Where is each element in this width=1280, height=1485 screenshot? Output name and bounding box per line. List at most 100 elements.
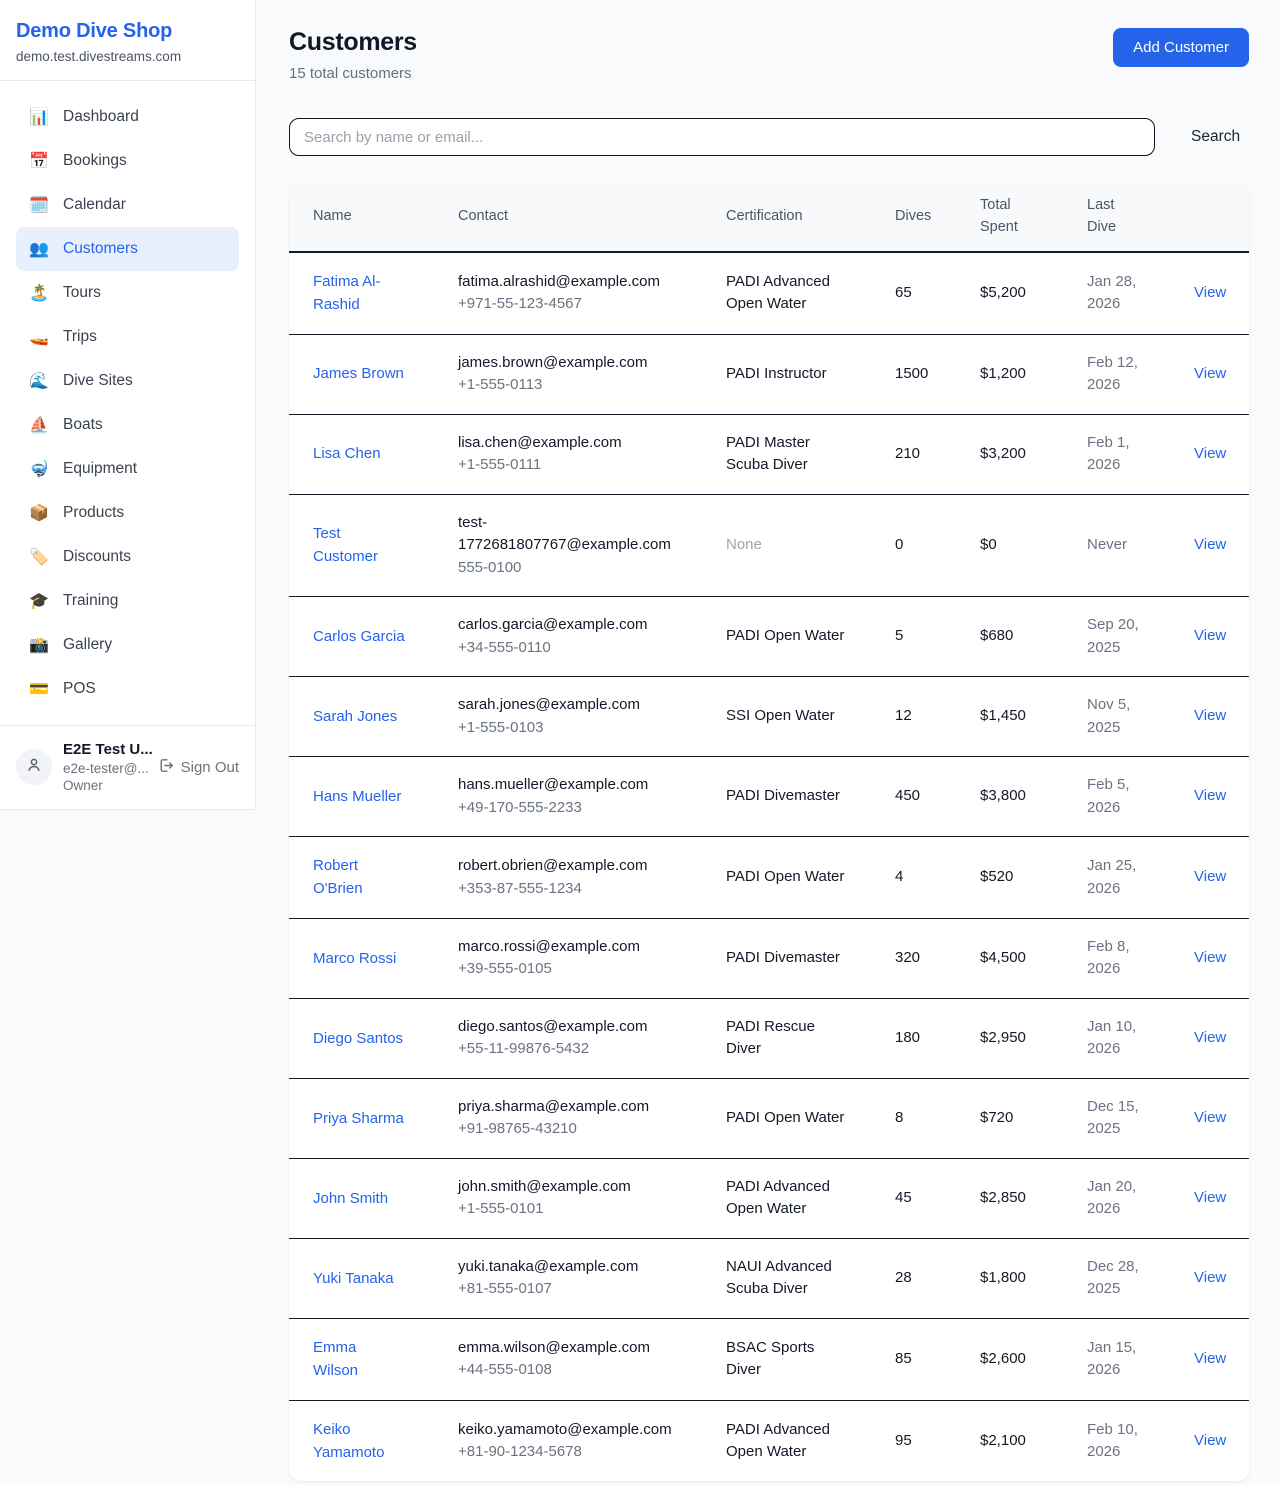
sidebar-item-dashboard[interactable]: 📊 Dashboard	[16, 95, 239, 139]
nav-label: Bookings	[63, 152, 127, 170]
customer-name-link[interactable]: Diego Santos	[313, 1027, 403, 1050]
sidebar-item-discounts[interactable]: 🏷️ Discounts	[16, 535, 239, 579]
table-row: Emma Wilson emma.wilson@example.com +44-…	[289, 1318, 1249, 1400]
nav-icon: 🎓	[28, 591, 50, 611]
view-customer-link[interactable]: View	[1194, 1189, 1226, 1206]
logout-icon	[157, 757, 174, 778]
shop-name[interactable]: Demo Dive Shop	[16, 20, 239, 43]
view-customer-link[interactable]: View	[1194, 1269, 1226, 1286]
customer-name-link[interactable]: Test Customer	[313, 522, 405, 569]
customer-name-link[interactable]: James Brown	[313, 362, 404, 385]
view-customer-link[interactable]: View	[1194, 365, 1226, 382]
table-row: Lisa Chen lisa.chen@example.com +1-555-0…	[289, 414, 1249, 494]
customer-last-dive: Never	[1087, 534, 1127, 557]
view-customer-link[interactable]: View	[1194, 1432, 1226, 1449]
nav-icon: 📊	[28, 107, 50, 127]
column-header	[1194, 182, 1249, 252]
customer-dives: 1500	[895, 365, 928, 382]
view-customer-link[interactable]: View	[1194, 536, 1226, 553]
view-customer-link[interactable]: View	[1194, 1350, 1226, 1367]
search-input[interactable]	[289, 118, 1155, 156]
nav-icon: 👥	[28, 239, 50, 259]
customer-dives: 95	[895, 1432, 912, 1449]
customer-certification: NAUI Advanced Scuba Diver	[726, 1256, 846, 1301]
sidebar-item-calendar[interactable]: 🗓️ Calendar	[16, 183, 239, 227]
view-customer-link[interactable]: View	[1194, 1109, 1226, 1126]
sidebar-item-equipment[interactable]: 🤿 Equipment	[16, 447, 239, 491]
nav-label: Calendar	[63, 196, 126, 214]
customer-email: marco.rossi@example.com	[458, 936, 673, 959]
sign-out-button[interactable]: Sign Out	[157, 757, 239, 778]
view-customer-link[interactable]: View	[1194, 1029, 1226, 1046]
customer-email: diego.santos@example.com	[458, 1016, 673, 1039]
main-content: Customers 15 total customers Add Custome…	[256, 0, 1280, 1481]
customer-last-dive: Feb 1, 2026	[1087, 432, 1151, 477]
customer-phone: +81-90-1234-5678	[458, 1441, 710, 1464]
sidebar-nav: 📊 Dashboard 📅 Bookings 🗓️ Calendar 👥 Cus…	[0, 81, 255, 725]
customer-total-spent: $680	[980, 627, 1013, 644]
table-row: Test Customer test-1772681807767@example…	[289, 494, 1249, 597]
search-bar: Search	[289, 118, 1249, 156]
nav-icon: 📦	[28, 503, 50, 523]
customer-total-spent: $2,950	[980, 1029, 1026, 1046]
customer-name-link[interactable]: Fatima Al-Rashid	[313, 270, 405, 317]
view-customer-link[interactable]: View	[1194, 949, 1226, 966]
sidebar-item-pos[interactable]: 💳 POS	[16, 667, 239, 711]
nav-icon: 🌊	[28, 371, 50, 391]
nav-label: Gallery	[63, 636, 112, 654]
customer-certification: PADI Divemaster	[726, 785, 840, 808]
customer-name-link[interactable]: Robert O'Brien	[313, 854, 405, 901]
nav-label: Customers	[63, 240, 138, 258]
nav-label: Discounts	[63, 548, 131, 566]
customer-phone: +1-555-0101	[458, 1198, 710, 1221]
user-section: E2E Test U... e2e-tester@... Owner Sign …	[0, 726, 255, 809]
table-row: Hans Mueller hans.mueller@example.com +4…	[289, 757, 1249, 837]
table-row: Robert O'Brien robert.obrien@example.com…	[289, 837, 1249, 919]
nav-label: Boats	[63, 416, 103, 434]
customer-name-link[interactable]: Lisa Chen	[313, 442, 381, 465]
view-customer-link[interactable]: View	[1194, 787, 1226, 804]
customer-name-link[interactable]: Sarah Jones	[313, 705, 397, 728]
sidebar-item-gallery[interactable]: 📸 Gallery	[16, 623, 239, 667]
table-header-row: NameContactCertificationDivesTotal Spent…	[289, 182, 1249, 252]
customer-name-link[interactable]: Emma Wilson	[313, 1336, 405, 1383]
sidebar-item-bookings[interactable]: 📅 Bookings	[16, 139, 239, 183]
sidebar-item-trips[interactable]: 🚤 Trips	[16, 315, 239, 359]
customer-total-spent: $1,800	[980, 1269, 1026, 1286]
sidebar-item-boats[interactable]: ⛵ Boats	[16, 403, 239, 447]
search-button[interactable]: Search	[1183, 122, 1248, 152]
customer-certification: None	[726, 534, 762, 557]
sidebar-item-dive-sites[interactable]: 🌊 Dive Sites	[16, 359, 239, 403]
customer-name-link[interactable]: Priya Sharma	[313, 1107, 404, 1130]
customer-dives: 0	[895, 536, 903, 553]
customer-certification: PADI Instructor	[726, 363, 827, 386]
brand[interactable]: Demo Dive Shop demo.test.divestreams.com	[0, 0, 255, 80]
user-meta: E2E Test U... e2e-tester@... Owner	[63, 740, 146, 795]
customer-name-link[interactable]: John Smith	[313, 1187, 388, 1210]
customer-name-link[interactable]: Hans Mueller	[313, 785, 401, 808]
view-customer-link[interactable]: View	[1194, 284, 1226, 301]
customer-phone: +1-555-0111	[458, 454, 710, 477]
sidebar-item-products[interactable]: 📦 Products	[16, 491, 239, 535]
customer-phone: +353-87-555-1234	[458, 878, 710, 901]
nav-icon: 💳	[28, 679, 50, 699]
customer-email: priya.sharma@example.com	[458, 1096, 673, 1119]
sidebar-item-training[interactable]: 🎓 Training	[16, 579, 239, 623]
customer-phone: +44-555-0108	[458, 1359, 710, 1382]
view-customer-link[interactable]: View	[1194, 627, 1226, 644]
add-customer-button[interactable]: Add Customer	[1113, 28, 1249, 67]
nav-label: Products	[63, 504, 124, 522]
customer-name-link[interactable]: Yuki Tanaka	[313, 1267, 394, 1290]
column-header: Certification	[726, 182, 895, 252]
customer-dives: 45	[895, 1189, 912, 1206]
view-customer-link[interactable]: View	[1194, 707, 1226, 724]
customer-total-spent: $1,200	[980, 365, 1026, 382]
sidebar-item-customers[interactable]: 👥 Customers	[16, 227, 239, 271]
customer-name-link[interactable]: Marco Rossi	[313, 947, 396, 970]
view-customer-link[interactable]: View	[1194, 445, 1226, 462]
customer-dives: 8	[895, 1109, 903, 1126]
customer-name-link[interactable]: Keiko Yamamoto	[313, 1418, 405, 1465]
sidebar-item-tours[interactable]: 🏝️ Tours	[16, 271, 239, 315]
view-customer-link[interactable]: View	[1194, 868, 1226, 885]
customer-name-link[interactable]: Carlos Garcia	[313, 625, 405, 648]
